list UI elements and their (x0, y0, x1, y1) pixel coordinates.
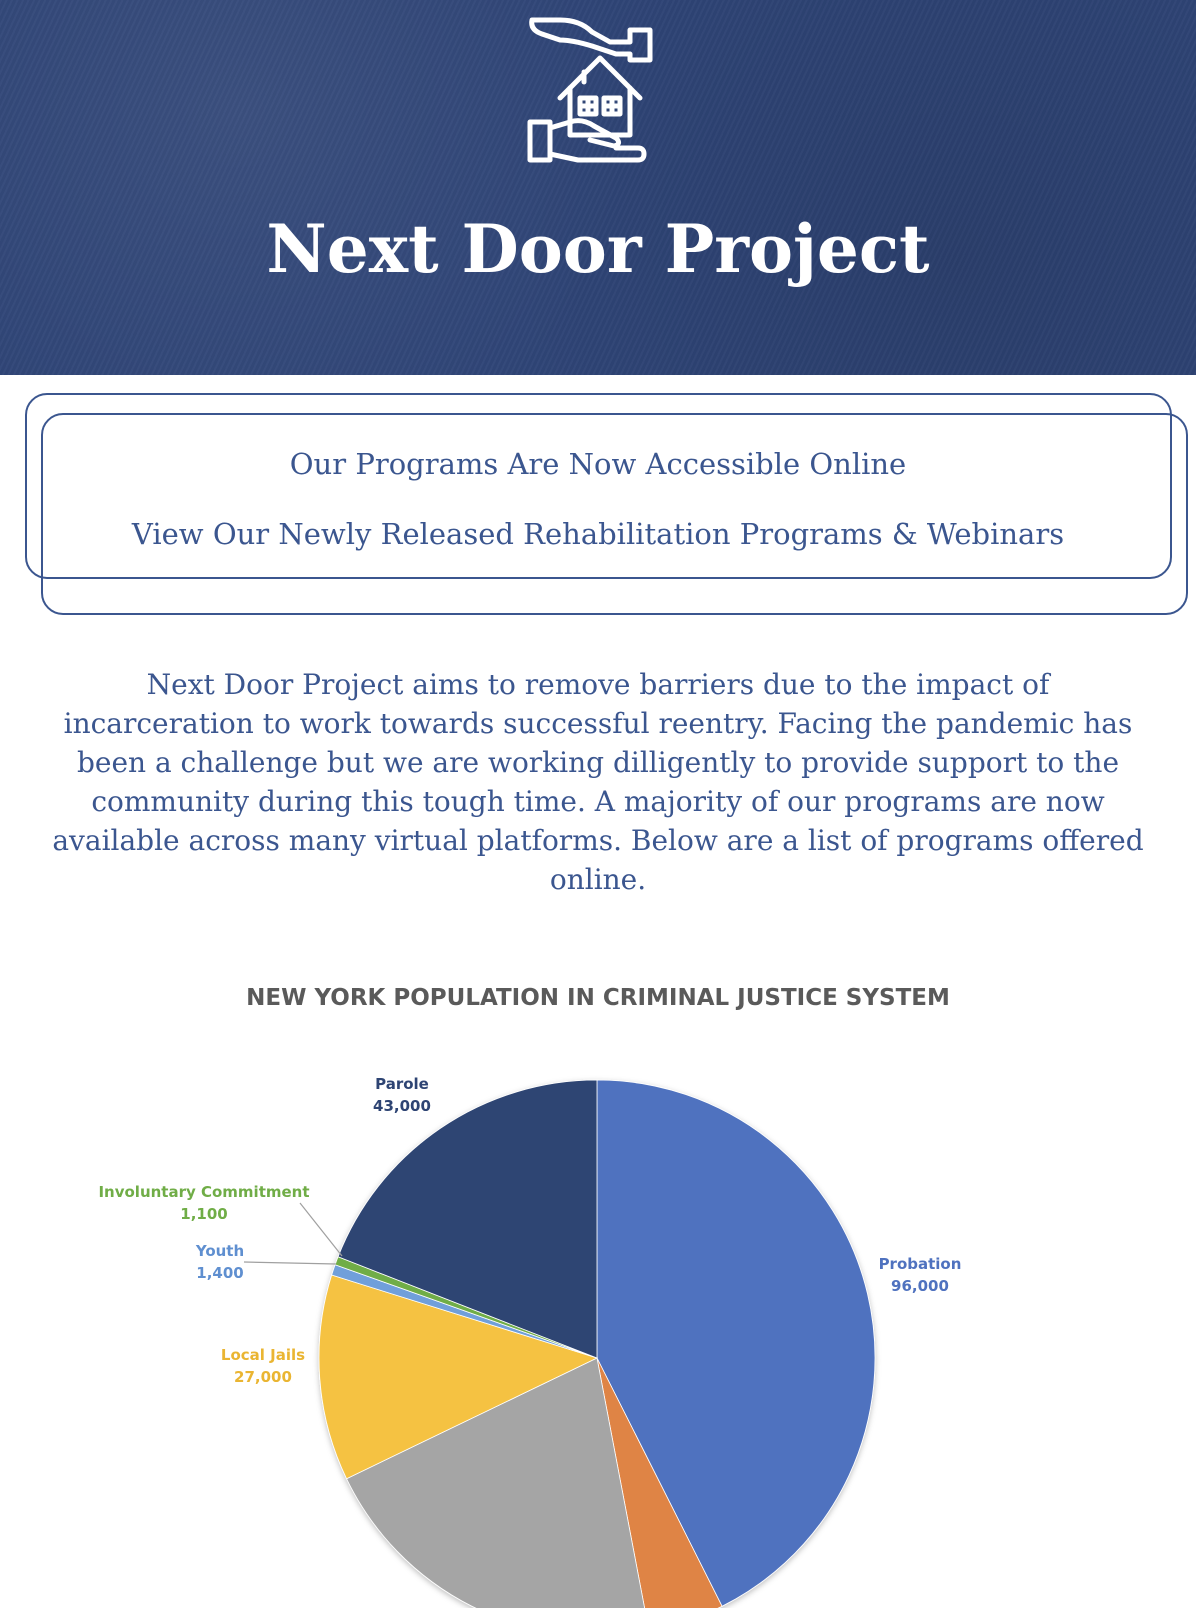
leader-line-involuntary-commitment (299, 1202, 343, 1257)
banner-frame-inner (41, 413, 1188, 615)
rehabilitation-programs-link[interactable]: View Our Newly Released Rehabilitation P… (30, 517, 1166, 551)
pie-label-parole: Parole (375, 1075, 429, 1093)
pie-label-probation: Probation (879, 1255, 962, 1273)
pie-value-probation: 96,000 (891, 1277, 949, 1295)
pie-value-youth: 1,400 (196, 1264, 243, 1282)
pie-value-parole: 43,000 (373, 1097, 431, 1115)
hands-house-icon (527, 17, 653, 163)
pie-label-youth: Youth (195, 1242, 244, 1260)
population-pie-chart: Probation 96,000 Local Jails 27,000 Youth 1,4… (98, 1075, 962, 1608)
pie-value-local-jails: 27,000 (234, 1368, 292, 1386)
pie-label-local-jails: Local Jails (221, 1346, 305, 1364)
programs-online-link[interactable]: Our Programs Are Now Accessible Online (30, 447, 1166, 481)
leader-line-youth (243, 1261, 337, 1265)
chart-title: NEW YORK POPULATION IN CRIMINAL JUSTICE … (246, 985, 950, 1011)
intro-paragraph: Next Door Project aims to remove barrier… (52, 668, 1144, 896)
hero-header: Next Door Project (0, 0, 1196, 375)
site-title: Next Door Project (266, 210, 930, 288)
pie-value-involuntary-commitment: 1,100 (180, 1205, 227, 1223)
pie-label-involuntary-commitment: Involuntary Commitment (98, 1183, 309, 1201)
